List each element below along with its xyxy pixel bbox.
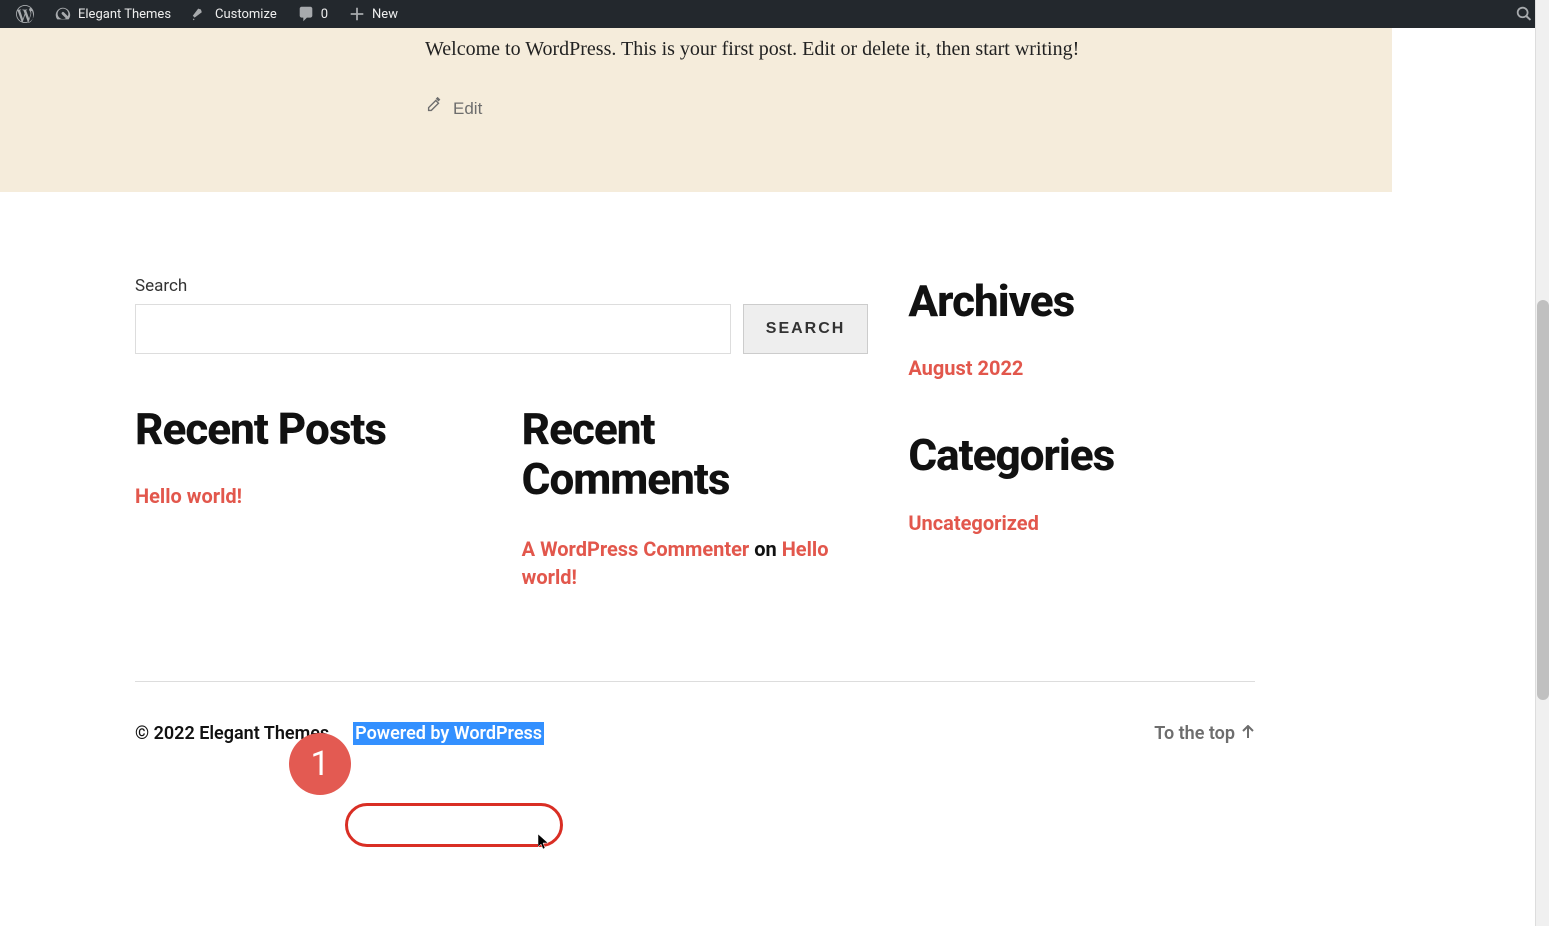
annotation-highlight-box <box>345 803 563 847</box>
recent-comment-item: A WordPress Commenter on Hello world! <box>522 535 869 591</box>
site-footer-wrap: © 2022 Elegant Themes Powered by WordPre… <box>0 681 1392 785</box>
scrollbar-track[interactable] <box>1535 0 1549 926</box>
search-icon <box>1515 5 1533 23</box>
archives-heading: Archives <box>908 276 1255 327</box>
edit-label: Edit <box>453 96 482 122</box>
archive-link[interactable]: August 2022 <box>908 356 1023 380</box>
customize-label: Customize <box>215 7 277 22</box>
comments-count: 0 <box>321 7 328 22</box>
annotation-badge: 1 <box>289 733 351 795</box>
recent-comments-widget: Recent Comments A WordPress Commenter on… <box>522 374 869 591</box>
edit-icon <box>425 96 443 122</box>
search-block: Search <box>135 276 731 354</box>
edit-post-link[interactable]: Edit <box>425 96 1115 122</box>
post-content-area: Welcome to WordPress. This is your first… <box>0 28 1392 192</box>
wp-admin-bar: Elegant Themes Customize 0 New <box>0 0 1549 28</box>
powered-by-link[interactable]: Powered by WordPress <box>353 722 544 745</box>
plus-icon <box>348 5 366 23</box>
annotation-number: 1 <box>310 744 329 784</box>
archives-widget: Archives August 2022 <box>908 276 1255 381</box>
search-widget: Search SEARCH <box>135 276 868 354</box>
footer-widgets-grid: Search SEARCH Archives August 2022 Categ… <box>135 192 1255 591</box>
recent-posts-heading: Recent Posts <box>135 404 482 455</box>
post-body: Welcome to WordPress. This is your first… <box>425 34 1115 122</box>
search-label: Search <box>135 276 731 296</box>
wordpress-logo-icon <box>16 5 34 23</box>
search-input[interactable] <box>135 304 731 354</box>
wp-logo-menu[interactable] <box>8 0 42 28</box>
post-text: Welcome to WordPress. This is your first… <box>425 34 1115 64</box>
recent-posts-widget: Recent Posts Hello world! <box>135 374 482 591</box>
to-top-link[interactable]: To the top <box>1154 723 1255 744</box>
page-content: Welcome to WordPress. This is your first… <box>0 28 1392 785</box>
customize-menu[interactable]: Customize <box>183 0 285 28</box>
scrollbar-thumb[interactable] <box>1537 300 1549 700</box>
arrow-up-icon <box>1241 723 1255 744</box>
site-footer: © 2022 Elegant Themes Powered by WordPre… <box>135 681 1255 745</box>
sidebar-column: Archives August 2022 Categories Uncatego… <box>908 276 1255 591</box>
customize-icon <box>191 5 209 23</box>
recent-comments-heading: Recent Comments <box>522 404 869 505</box>
admin-bar-left: Elegant Themes Customize 0 New <box>8 0 406 28</box>
new-content-menu[interactable]: New <box>340 0 406 28</box>
comment-on-text: on <box>749 537 781 561</box>
category-link[interactable]: Uncategorized <box>908 511 1039 535</box>
comments-icon <box>297 5 315 23</box>
new-label: New <box>372 7 398 22</box>
search-button[interactable]: SEARCH <box>743 304 869 354</box>
footer-widgets-area: Search SEARCH Archives August 2022 Categ… <box>0 192 1392 591</box>
recent-post-link[interactable]: Hello world! <box>135 484 242 508</box>
comments-menu[interactable]: 0 <box>289 0 336 28</box>
to-top-label: To the top <box>1154 723 1235 744</box>
site-name-label: Elegant Themes <box>78 7 171 22</box>
comment-author-link[interactable]: A WordPress Commenter <box>522 537 750 561</box>
dashboard-icon <box>54 5 72 23</box>
cursor-icon <box>538 834 550 854</box>
categories-heading: Categories <box>908 430 1255 481</box>
site-name-menu[interactable]: Elegant Themes <box>46 0 179 28</box>
categories-widget: Categories Uncategorized <box>908 430 1255 535</box>
